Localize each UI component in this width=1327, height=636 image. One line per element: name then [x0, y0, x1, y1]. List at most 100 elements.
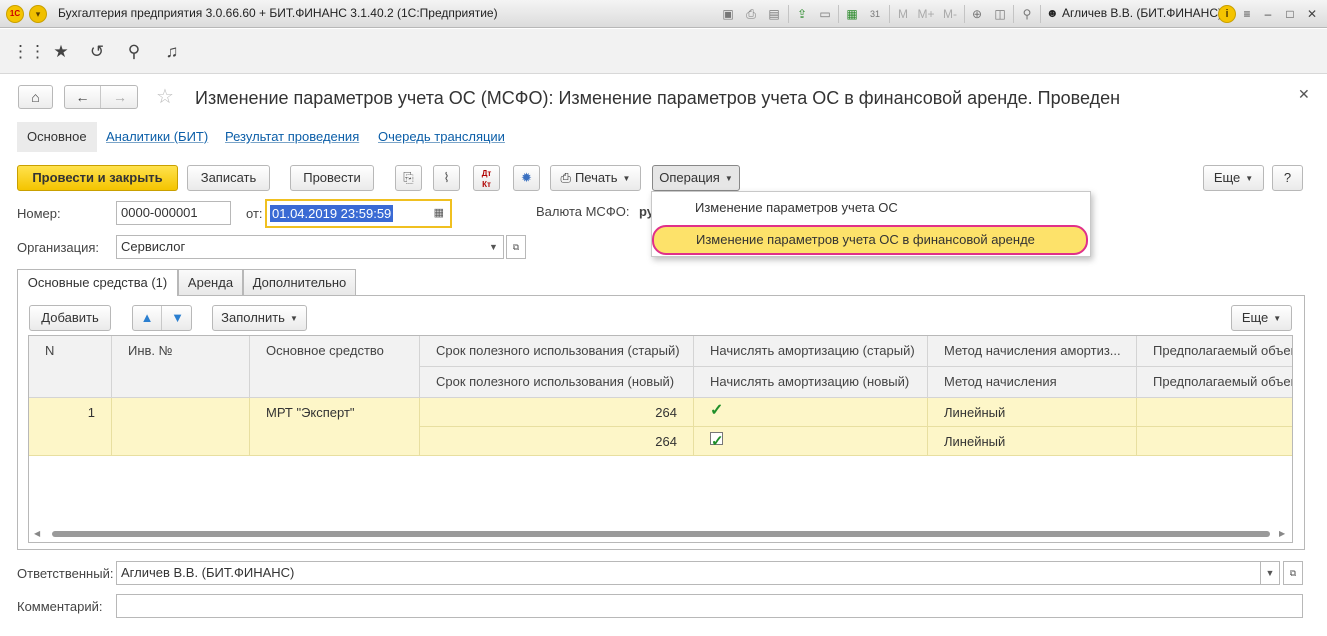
printer-settings-icon[interactable]: ▭ — [816, 5, 834, 23]
arrow-left-icon: ← — [75, 89, 90, 105]
document-icon: ⎘ — [403, 170, 414, 185]
favorites-star-icon[interactable]: ★ — [50, 41, 72, 63]
organization-dropdown-button[interactable]: ▼ — [484, 235, 504, 259]
info-icon[interactable]: i — [1218, 5, 1236, 23]
organization-label: Организация: — [17, 240, 100, 255]
maximize-icon[interactable]: □ — [1281, 5, 1299, 23]
number-field[interactable]: 0000-000001 — [116, 201, 231, 225]
menu-icon[interactable]: ≡ — [1238, 5, 1256, 23]
save-button[interactable]: Записать — [187, 165, 270, 191]
column-header-depr-old[interactable]: Начислять амортизацию (старый) — [694, 336, 928, 367]
organization-field[interactable]: Сервислог — [116, 235, 504, 259]
cell-term-old[interactable]: 264 — [420, 398, 694, 427]
save-icon[interactable]: ▣ — [719, 5, 737, 23]
document-structure-button[interactable]: ⎘ — [395, 165, 422, 191]
window-icon[interactable]: ◫ — [991, 5, 1009, 23]
cell-inv[interactable] — [112, 398, 250, 456]
main-menu-chevron-icon[interactable]: ▾ — [29, 5, 47, 23]
add-row-button[interactable]: Добавить — [29, 305, 111, 331]
column-header-asset[interactable]: Основное средство — [250, 336, 420, 398]
cell-n[interactable]: 1 — [29, 398, 112, 456]
currency-label: Валюта МСФО: — [536, 204, 630, 219]
cell-asset[interactable]: МРТ "Эксперт" — [250, 398, 420, 456]
notifications-bell-icon[interactable]: ♫ — [161, 41, 183, 63]
close-icon[interactable]: ✕ — [1303, 5, 1321, 23]
chevron-down-icon: ▼ — [1273, 313, 1282, 323]
lightbulb-icon: ✹ — [521, 170, 532, 185]
operation-button[interactable]: Операция ▼ — [652, 165, 740, 191]
forward-button[interactable]: → — [102, 86, 138, 108]
cell-method-new[interactable]: Линейный — [928, 427, 1137, 456]
preview-icon[interactable]: ▤ — [765, 5, 783, 23]
move-down-button[interactable]: ▼ — [163, 306, 192, 330]
journal-entries-button[interactable]: Дт Кт — [473, 165, 500, 191]
home-button[interactable]: ⌂ — [18, 85, 53, 109]
memory-minus-icon[interactable]: M- — [940, 5, 960, 23]
column-header-n[interactable]: N — [29, 336, 112, 398]
apps-grid-icon[interactable]: ⋮⋮ — [12, 41, 46, 63]
post-button[interactable]: Провести — [290, 165, 374, 191]
memory-m-icon[interactable]: M — [894, 5, 912, 23]
1c-logo-icon[interactable]: 1С — [6, 5, 24, 23]
tab-lease[interactable]: Аренда — [178, 269, 243, 296]
upload-icon[interactable]: ⇪ — [793, 5, 811, 23]
organization-open-button[interactable]: ⧉ — [506, 235, 526, 259]
column-header-volume-old[interactable]: Предполагаемый объем — [1137, 336, 1292, 367]
column-header-term-new[interactable]: Срок полезного использования (новый) — [420, 367, 694, 398]
tab-analytics[interactable]: Аналитики (БИТ) — [106, 122, 208, 152]
scrollbar-thumb[interactable] — [52, 531, 1270, 537]
column-header-term-old[interactable]: Срок полезного использования (старый) — [420, 336, 694, 367]
checkbox-checked-icon[interactable]: ✓ — [710, 432, 724, 450]
calendar-icon[interactable]: 31 — [866, 5, 884, 23]
post-and-close-button[interactable]: Провести и закрыть — [17, 165, 178, 191]
column-header-method-old[interactable]: Метод начисления амортиз... — [928, 336, 1137, 367]
tools-icon[interactable]: ⚲ — [1018, 5, 1036, 23]
responsible-open-button[interactable]: ⧉ — [1283, 561, 1303, 585]
responsible-dropdown-button[interactable]: ▼ — [1260, 561, 1280, 585]
calculator-icon[interactable]: ▦ — [843, 5, 861, 23]
minimize-icon[interactable]: – — [1259, 5, 1277, 23]
cell-method-old[interactable]: Линейный — [928, 398, 1137, 427]
cell-depr-new[interactable]: ✓ — [694, 427, 928, 456]
column-header-volume-new[interactable]: Предполагаемый объем — [1137, 367, 1292, 398]
scroll-left-icon[interactable]: ◀ — [34, 528, 40, 540]
scroll-right-icon[interactable]: ▶ — [1279, 528, 1285, 540]
cell-depr-old[interactable]: ✓ — [694, 398, 928, 427]
number-label: Номер: — [17, 206, 61, 221]
tab-fixed-assets[interactable]: Основные средства (1) — [17, 269, 178, 297]
comment-field[interactable] — [116, 594, 1303, 618]
help-button[interactable]: ? — [1272, 165, 1303, 191]
column-header-method-new[interactable]: Метод начисления — [928, 367, 1137, 398]
menu-item-change-params-finance-lease[interactable]: Изменение параметров учета ОС в финансов… — [652, 225, 1088, 255]
fill-button[interactable]: Заполнить ▼ — [212, 305, 307, 331]
memory-plus-icon[interactable]: M+ — [915, 5, 937, 23]
more-button[interactable]: Еще ▼ — [1203, 165, 1264, 191]
responsible-field[interactable]: Агличев В.В. (БИТ.ФИНАНС) — [116, 561, 1261, 585]
column-header-inv[interactable]: Инв. № — [112, 336, 250, 398]
tab-posting-result[interactable]: Результат проведения — [225, 122, 359, 152]
print-button[interactable]: ⎙ Печать ▼ — [550, 165, 641, 191]
history-icon[interactable]: ↺ — [86, 41, 108, 63]
date-field[interactable]: 01.04.2019 23:59:59 ▦ — [265, 199, 452, 228]
cell-volume-old[interactable] — [1137, 398, 1292, 427]
move-up-button[interactable]: ▲ — [133, 306, 162, 330]
cell-term-new[interactable]: 264 — [420, 427, 694, 456]
current-user[interactable]: ☻ Агличев В.В. (БИТ.ФИНАНС) — [1046, 6, 1222, 20]
menu-item-change-params[interactable]: Изменение параметров учета ОС — [652, 194, 1090, 222]
hint-button[interactable]: ✹ — [513, 165, 540, 191]
back-button[interactable]: ← — [65, 86, 101, 108]
table-more-button[interactable]: Еще ▼ — [1231, 305, 1292, 331]
cell-volume-new[interactable] — [1137, 427, 1292, 456]
form-close-icon[interactable]: ✕ — [1298, 86, 1310, 103]
tab-main[interactable]: Основное — [17, 122, 97, 152]
tab-additional[interactable]: Дополнительно — [243, 269, 356, 296]
search-icon[interactable]: ⚲ — [123, 41, 145, 63]
column-header-depr-new[interactable]: Начислять амортизацию (новый) — [694, 367, 928, 398]
attachments-button[interactable]: ⌇ — [433, 165, 460, 191]
favorite-star-icon[interactable]: ☆ — [156, 85, 174, 109]
horizontal-scrollbar[interactable]: ◀ ▶ — [30, 528, 1292, 540]
print-icon[interactable]: ⎙ — [742, 5, 760, 23]
calendar-icon[interactable]: ▦ — [434, 201, 444, 226]
zoom-icon[interactable]: ⊕ — [968, 5, 986, 23]
tab-translation-queue[interactable]: Очередь трансляции — [378, 122, 505, 152]
